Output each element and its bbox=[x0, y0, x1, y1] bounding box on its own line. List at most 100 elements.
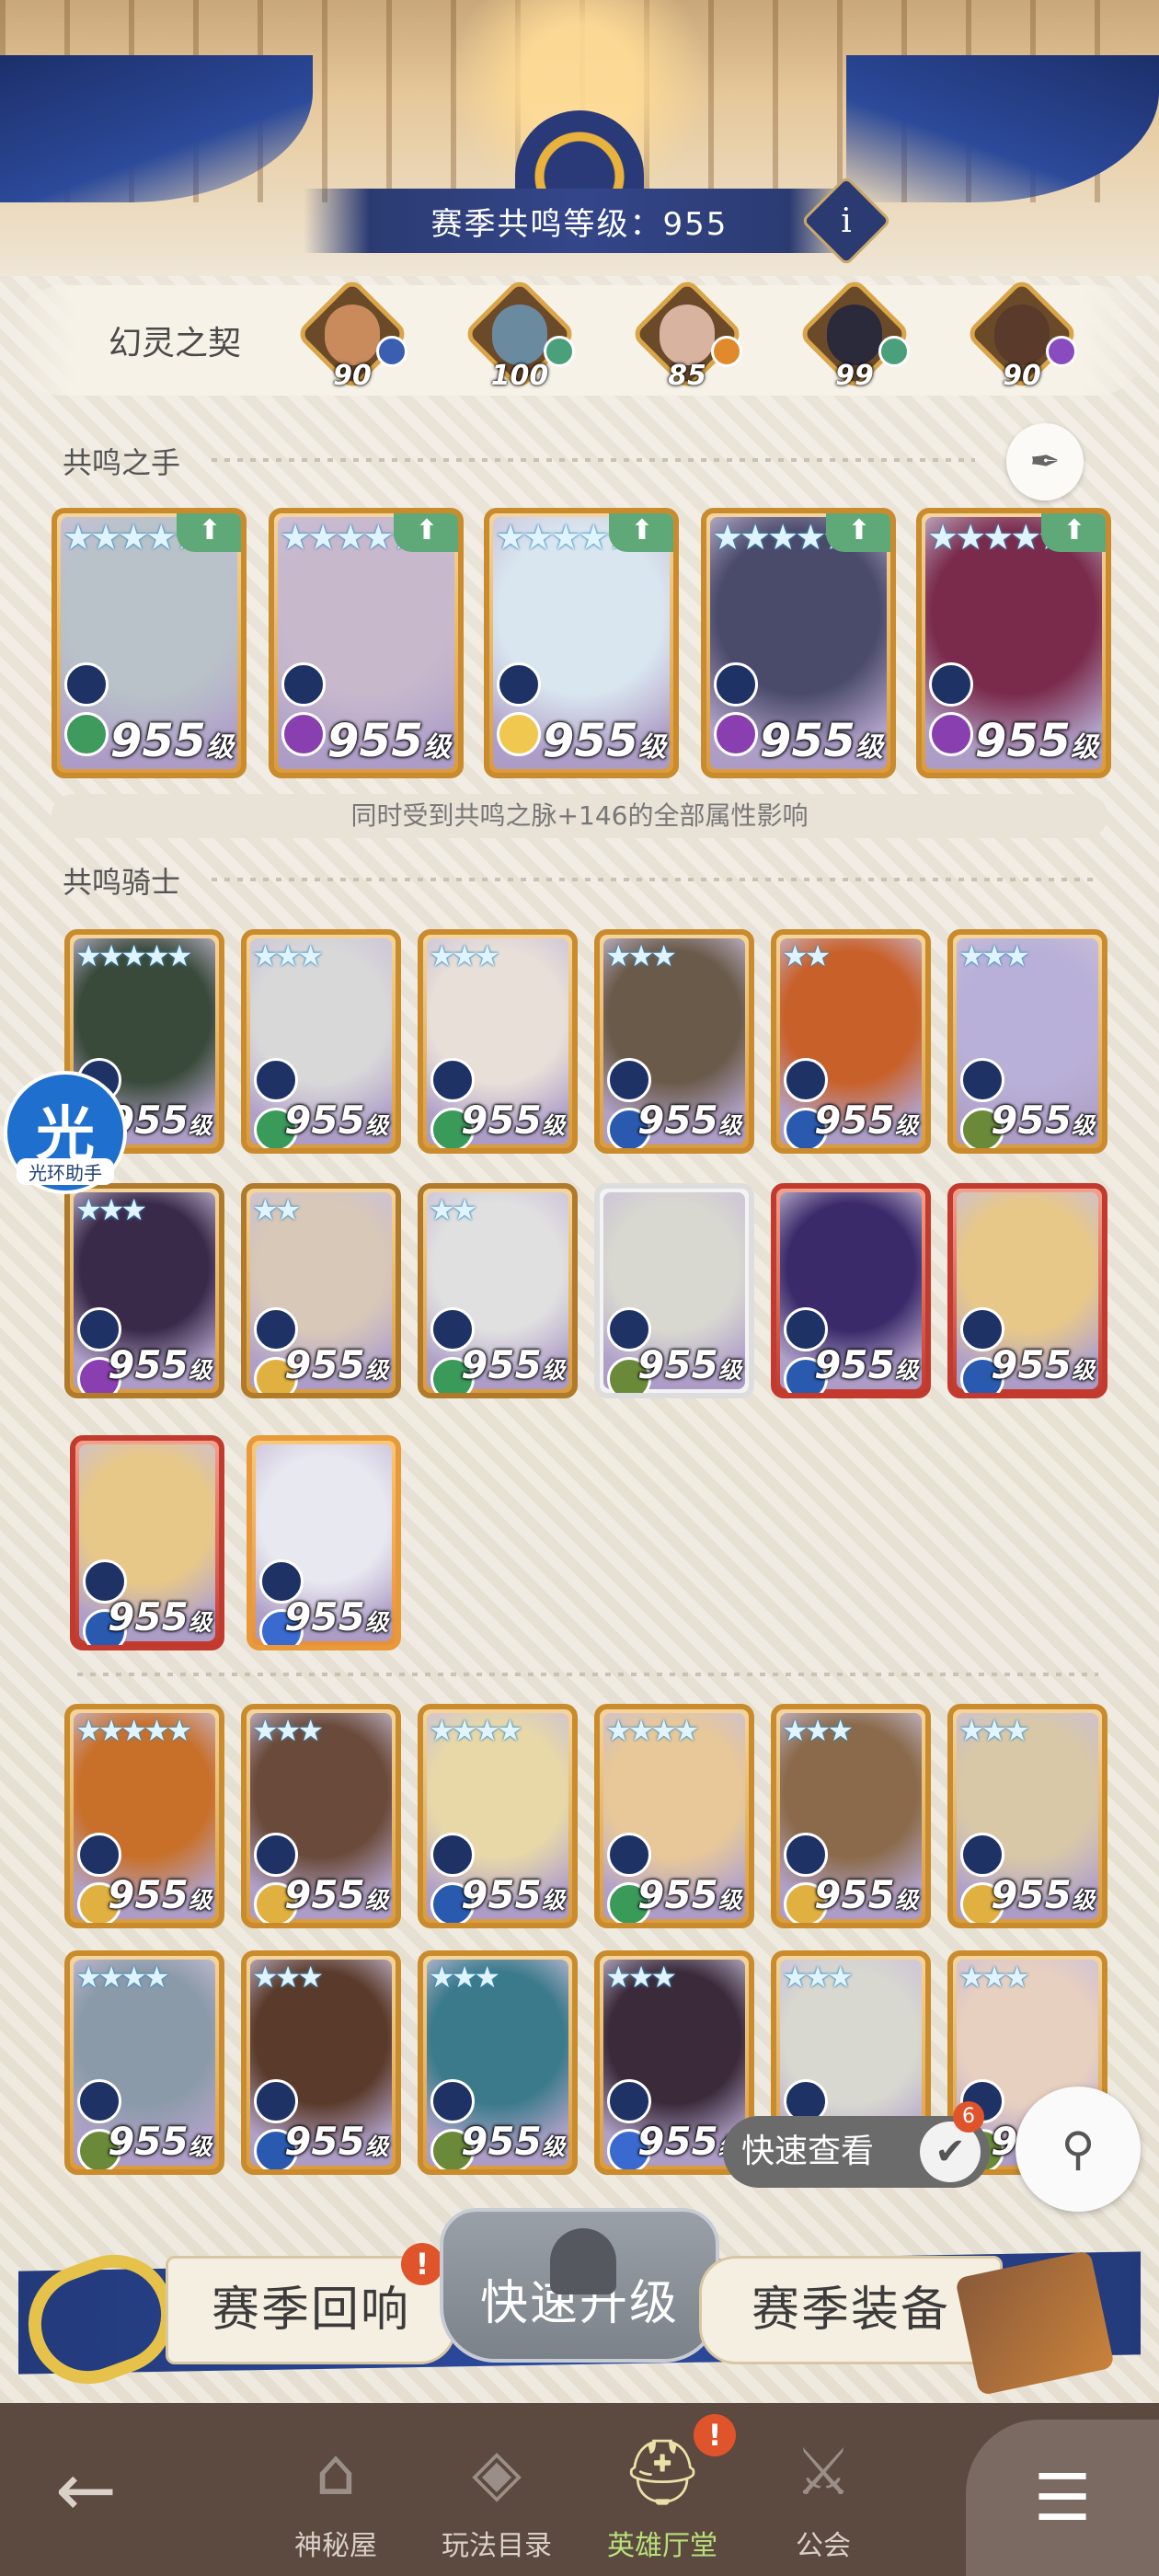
hero-card[interactable]: 955级 bbox=[594, 1183, 754, 1398]
nav-item-gameplay-catalog[interactable]: ◈ 玩法目录 bbox=[432, 2403, 561, 2576]
back-arrow-icon[interactable]: ← bbox=[55, 2447, 117, 2533]
faction-icon bbox=[430, 2079, 475, 2124]
hero-card[interactable]: ★★★★ 955级 bbox=[594, 1704, 754, 1928]
menu-icon: ☰ bbox=[1033, 2460, 1092, 2536]
hero-level-unit: 级 bbox=[364, 1887, 388, 1914]
hero-level-value: 955 bbox=[461, 1098, 542, 1143]
hero-card[interactable]: ★★★★★ ⬆ 955级 bbox=[269, 508, 464, 778]
upgrade-arrow-icon: ⬆ bbox=[1041, 513, 1106, 552]
hero-level-value: 955 bbox=[461, 1872, 542, 1917]
hero-card[interactable]: 955级 bbox=[70, 1435, 224, 1650]
section-divider bbox=[212, 878, 1095, 881]
phantom-pact-slot[interactable]: 90 bbox=[294, 276, 410, 392]
hero-card[interactable]: ★★★ 955级 bbox=[241, 1704, 401, 1928]
hero-card[interactable]: ★★★ 955级 bbox=[771, 1704, 931, 1928]
faction-icon bbox=[960, 1833, 1004, 1878]
hero-card[interactable]: ★★★ 955级 bbox=[241, 1950, 401, 2175]
nav-item-mystery-house[interactable]: ⌂ 神秘屋 bbox=[276, 2403, 396, 2576]
season-resonance-level: 赛季共鸣等级：955 bbox=[304, 189, 855, 253]
hero-level: 955级 bbox=[814, 1342, 918, 1387]
nav-item-guild[interactable]: ⚔ 公会 bbox=[763, 2403, 883, 2576]
hero-card[interactable]: ★★★ 955级 bbox=[947, 1704, 1107, 1928]
phantom-pact-slot[interactable]: 85 bbox=[629, 276, 745, 392]
hero-level: 955级 bbox=[327, 714, 451, 767]
hero-card[interactable]: ★★★ 955级 bbox=[241, 929, 401, 1154]
hero-card[interactable]: 955级 bbox=[247, 1435, 401, 1650]
hero-card[interactable]: ★★★ 955级 bbox=[64, 1183, 224, 1398]
element-icon bbox=[929, 711, 973, 756]
faction-icon bbox=[254, 1058, 298, 1103]
hero-card[interactable]: ★★★ 955级 bbox=[594, 929, 754, 1154]
aura-helper-label: 光环助手 bbox=[17, 1158, 114, 1185]
hero-card[interactable]: 955级 bbox=[771, 1183, 931, 1398]
hero-level-value: 955 bbox=[461, 1342, 542, 1387]
hero-star-rating: ★★★ bbox=[958, 1960, 1030, 1995]
hero-card[interactable]: ★★★★★ ⬆ 955级 bbox=[916, 508, 1111, 778]
phantom-pact-slot[interactable]: 90 bbox=[964, 276, 1080, 392]
hero-card[interactable]: ★★★ 955级 bbox=[947, 929, 1107, 1154]
hero-level-unit: 级 bbox=[364, 1357, 388, 1384]
phantom-pact-slot[interactable]: 99 bbox=[797, 276, 912, 392]
faction-icon bbox=[430, 1058, 475, 1103]
hero-card[interactable]: ★★★★★ 955级 bbox=[64, 1704, 224, 1928]
quick-view-button[interactable]: 快速查看 ✔ 6 bbox=[723, 2101, 990, 2188]
hero-level-value: 955 bbox=[284, 1594, 365, 1639]
hero-level-value: 955 bbox=[108, 1594, 189, 1639]
hero-card[interactable]: ★★★★★ ⬆ 955级 bbox=[52, 508, 247, 778]
hero-card[interactable]: ★★★ 955级 bbox=[418, 929, 578, 1154]
faction-icon bbox=[281, 661, 326, 707]
hero-level-value: 955 bbox=[461, 2119, 542, 2164]
hero-level-unit: 级 bbox=[541, 2133, 565, 2160]
hero-card[interactable]: ★★ 955级 bbox=[241, 1183, 401, 1398]
hero-level-value: 955 bbox=[108, 2119, 189, 2164]
hero-level: 955级 bbox=[110, 714, 234, 767]
hero-card[interactable]: 955级 bbox=[947, 1183, 1107, 1398]
faction-icon bbox=[784, 1833, 828, 1878]
phantom-pact-title: 幻灵之契 bbox=[109, 325, 242, 362]
hero-card[interactable]: ★★ 955级 bbox=[418, 1183, 578, 1398]
hero-level-value: 955 bbox=[109, 714, 206, 767]
hero-card[interactable]: ★★★★ 955级 bbox=[418, 1704, 578, 1928]
season-gear-button[interactable]: 赛季装备 bbox=[699, 2256, 1003, 2364]
season-echo-label: 赛季回响 bbox=[211, 2283, 410, 2338]
hero-card[interactable]: ★★★★★ ⬆ 955级 bbox=[701, 508, 896, 778]
aura-helper-button[interactable]: 光 光环助手 bbox=[4, 1071, 127, 1194]
hero-level: 955级 bbox=[991, 1342, 1095, 1387]
hero-star-rating: ★★★ bbox=[75, 1192, 147, 1227]
faction-icon bbox=[64, 661, 109, 707]
hero-level-value: 955 bbox=[542, 714, 638, 767]
hero-level-value: 955 bbox=[637, 2119, 718, 2164]
hero-level-unit: 级 bbox=[894, 1357, 918, 1384]
hero-level: 955级 bbox=[284, 1342, 388, 1387]
hero-card[interactable]: ★★★★★ ⬆ 955级 bbox=[484, 508, 679, 778]
hero-level-unit: 级 bbox=[894, 1112, 918, 1139]
quick-upgrade-button[interactable]: 快速升级 bbox=[440, 2208, 719, 2363]
upgrade-arrow-icon: ⬆ bbox=[394, 513, 458, 552]
season-echo-alert-badge: ! bbox=[401, 2243, 443, 2285]
hero-card[interactable]: ★★ 955级 bbox=[771, 929, 931, 1154]
quill-button[interactable]: ✒ bbox=[1006, 423, 1084, 500]
faction-icon bbox=[607, 2079, 651, 2124]
quill-icon: ✒ bbox=[1029, 441, 1061, 483]
hero-star-rating: ★★★★ bbox=[75, 1960, 170, 1995]
hero-level-value: 955 bbox=[814, 1872, 895, 1917]
menu-button[interactable]: ☰ bbox=[966, 2420, 1159, 2576]
hero-level-value: 955 bbox=[284, 1872, 365, 1917]
hero-level-value: 955 bbox=[284, 1342, 365, 1387]
phantom-pact-slot[interactable]: 100 bbox=[462, 276, 578, 392]
hero-star-rating: ★★★★ bbox=[605, 1713, 700, 1748]
hero-card[interactable]: ★★★ 955级 bbox=[418, 1950, 578, 2175]
hero-level-unit: 级 bbox=[423, 731, 451, 764]
hero-star-rating: ★★★ bbox=[605, 938, 677, 973]
hero-star-rating: ★★★ bbox=[782, 1960, 854, 1995]
hero-level-unit: 级 bbox=[364, 1609, 388, 1636]
hero-level-unit: 级 bbox=[717, 1357, 741, 1384]
hero-level: 955级 bbox=[461, 1342, 565, 1387]
hero-level-unit: 级 bbox=[188, 1357, 212, 1384]
hero-level-value: 955 bbox=[991, 1098, 1072, 1143]
filter-button[interactable]: ⚲ bbox=[1016, 2087, 1141, 2212]
quick-view-count-badge: 6 bbox=[953, 2101, 984, 2133]
hero-card[interactable]: ★★★★ 955级 bbox=[64, 1950, 224, 2175]
hero-star-rating: ★★★ bbox=[958, 938, 1030, 973]
hero-level-value: 955 bbox=[108, 1342, 189, 1387]
